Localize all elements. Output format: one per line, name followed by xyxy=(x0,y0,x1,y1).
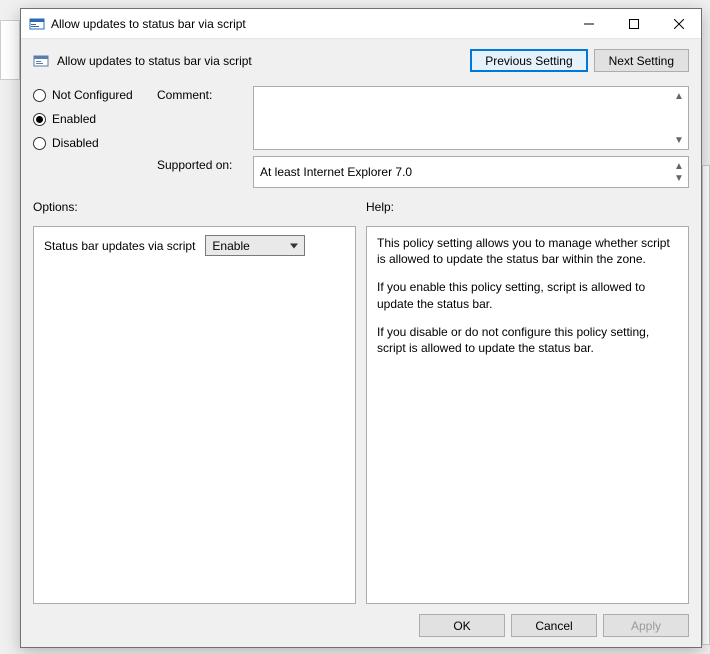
radio-not-configured[interactable]: Not Configured xyxy=(33,88,151,102)
radio-label: Not Configured xyxy=(52,88,133,102)
radio-icon xyxy=(33,113,46,126)
radio-label: Disabled xyxy=(52,136,99,150)
supported-value: At least Internet Explorer 7.0 xyxy=(260,165,412,179)
bg-fragment xyxy=(0,20,20,80)
help-paragraph: If you disable or do not configure this … xyxy=(377,324,678,356)
cancel-button[interactable]: Cancel xyxy=(511,614,597,637)
window-title: Allow updates to status bar via script xyxy=(51,17,566,31)
options-heading: Options: xyxy=(33,200,356,214)
option-row: Status bar updates via script Enable xyxy=(44,235,345,256)
nav-buttons: Previous Setting Next Setting xyxy=(470,49,689,72)
scroll-down-icon[interactable]: ▼ xyxy=(671,132,687,148)
upper-grid: Not Configured Enabled Disabled Comment:… xyxy=(33,86,689,188)
minimize-button[interactable] xyxy=(566,9,611,38)
help-heading: Help: xyxy=(366,200,689,214)
radio-disabled[interactable]: Disabled xyxy=(33,136,151,150)
options-panel: Status bar updates via script Enable xyxy=(33,226,356,604)
app-icon xyxy=(29,16,45,32)
radio-icon xyxy=(33,89,46,102)
comment-label: Comment: xyxy=(157,86,247,150)
comment-field[interactable]: ▲ ▼ xyxy=(253,86,689,150)
radio-enabled[interactable]: Enabled xyxy=(33,112,151,126)
dialog-window: Allow updates to status bar via script xyxy=(20,8,702,648)
footer-buttons: OK Cancel Apply xyxy=(33,604,689,637)
dialog-body: Allow updates to status bar via script P… xyxy=(21,39,701,647)
supported-field: At least Internet Explorer 7.0 ▲ ▼ xyxy=(253,156,689,188)
maximize-button[interactable] xyxy=(611,9,656,38)
help-paragraph: This policy setting allows you to manage… xyxy=(377,235,678,267)
section-titles: Options: Help: xyxy=(33,200,689,220)
panels: Status bar updates via script Enable Thi… xyxy=(33,226,689,604)
scroll-down-icon[interactable]: ▼ xyxy=(671,170,687,186)
ok-button[interactable]: OK xyxy=(419,614,505,637)
state-radio-group: Not Configured Enabled Disabled xyxy=(33,86,151,150)
help-paragraph: If you enable this policy setting, scrip… xyxy=(377,279,678,311)
titlebar[interactable]: Allow updates to status bar via script xyxy=(21,9,701,39)
policy-title: Allow updates to status bar via script xyxy=(57,54,470,68)
policy-icon xyxy=(33,53,49,69)
previous-setting-button[interactable]: Previous Setting xyxy=(470,49,587,72)
radio-label: Enabled xyxy=(52,112,96,126)
close-button[interactable] xyxy=(656,9,701,38)
apply-button[interactable]: Apply xyxy=(603,614,689,637)
next-setting-button[interactable]: Next Setting xyxy=(594,49,689,72)
radio-icon xyxy=(33,137,46,150)
window-controls xyxy=(566,9,701,38)
option-select[interactable]: Enable xyxy=(205,235,305,256)
help-panel: This policy setting allows you to manage… xyxy=(366,226,689,604)
scroll-up-icon[interactable]: ▲ xyxy=(671,88,687,104)
supported-label: Supported on: xyxy=(157,156,247,188)
option-label: Status bar updates via script xyxy=(44,239,195,253)
header-row: Allow updates to status bar via script P… xyxy=(33,49,689,72)
option-value: Enable xyxy=(212,239,249,253)
bg-fragment xyxy=(702,165,710,645)
